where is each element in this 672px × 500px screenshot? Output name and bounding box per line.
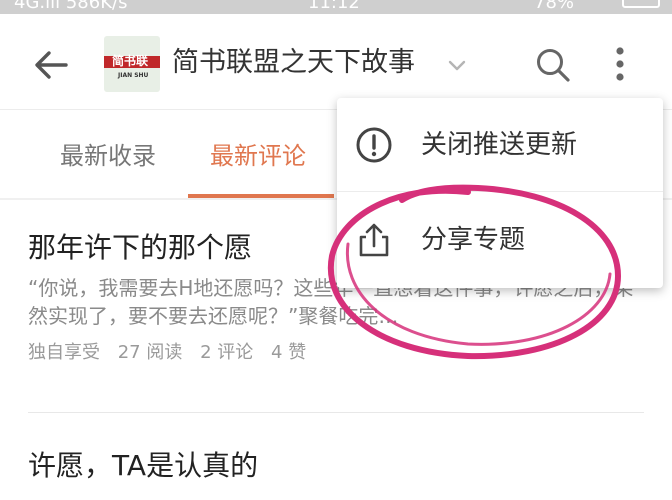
collection-avatar[interactable]: 简书联 JIAN SHU (104, 36, 160, 92)
avatar-subtext: JIAN SHU (118, 72, 149, 79)
page-title[interactable]: 简书联盟之天下故事 (172, 46, 415, 80)
top-bar: 简书联 JIAN SHU 简书联盟之天下故事 (0, 14, 672, 110)
article-meta: 独自享受 27 阅读 2 评论 4 赞 (28, 338, 644, 364)
clock: 11:12 (308, 0, 360, 13)
overflow-menu: 关闭推送更新 分享专题 (337, 98, 663, 288)
avatar-logo-text: 简书联 (112, 54, 149, 68)
article-likes: 4 赞 (271, 342, 307, 363)
tab-latest-comments[interactable]: 最新评论 (210, 140, 306, 172)
menu-item-share-collection[interactable]: 分享专题 (337, 193, 663, 287)
list-divider (28, 412, 644, 413)
article-title[interactable]: 许愿，TA是认真的 (28, 446, 644, 486)
battery-icon (622, 0, 660, 8)
share-icon (359, 223, 389, 257)
menu-item-label: 分享专题 (421, 225, 526, 255)
alert-circle-icon (356, 127, 392, 163)
network-status: 4G.ıll 586K/s (14, 0, 128, 13)
battery-level: 78% (534, 0, 575, 13)
menu-item-label: 关闭推送更新 (421, 130, 578, 160)
menu-item-close-push[interactable]: 关闭推送更新 (337, 98, 663, 192)
chevron-down-icon[interactable] (446, 54, 468, 76)
article-reads: 27 阅读 (117, 342, 183, 363)
search-icon[interactable] (534, 46, 572, 84)
article-comments: 2 评论 (200, 342, 254, 363)
status-bar: 4G.ıll 586K/s 11:12 78% (0, 0, 672, 14)
arrow-left-icon[interactable] (30, 44, 72, 86)
active-tab-indicator (188, 194, 334, 198)
more-vertical-icon[interactable] (606, 44, 634, 84)
tab-latest-collected[interactable]: 最新收录 (60, 140, 156, 172)
article-author[interactable]: 独自享受 (28, 342, 100, 363)
list-item[interactable]: 许愿，TA是认真的 (28, 446, 644, 486)
